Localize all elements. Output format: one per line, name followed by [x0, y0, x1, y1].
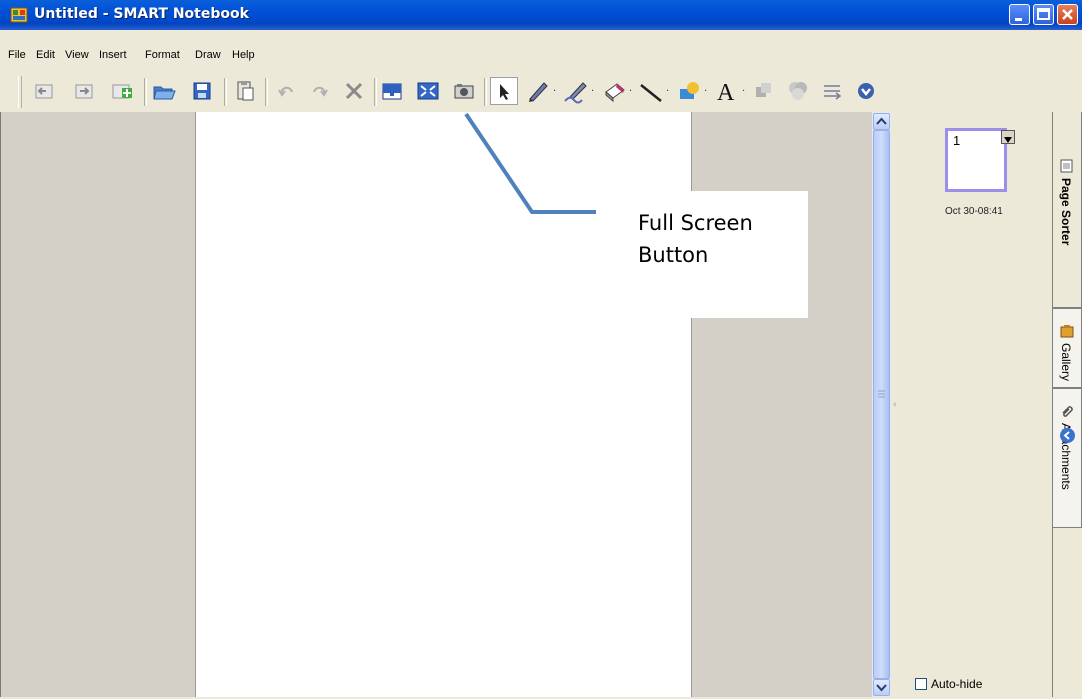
callout-text: Full Screen Button: [638, 208, 753, 271]
callout-connector: [464, 112, 600, 318]
callout-box: Full Screen Button: [596, 191, 808, 318]
callout-line-2: Button: [638, 242, 709, 267]
callout-line-1: Full Screen: [638, 211, 753, 235]
callout-line: [464, 112, 600, 318]
